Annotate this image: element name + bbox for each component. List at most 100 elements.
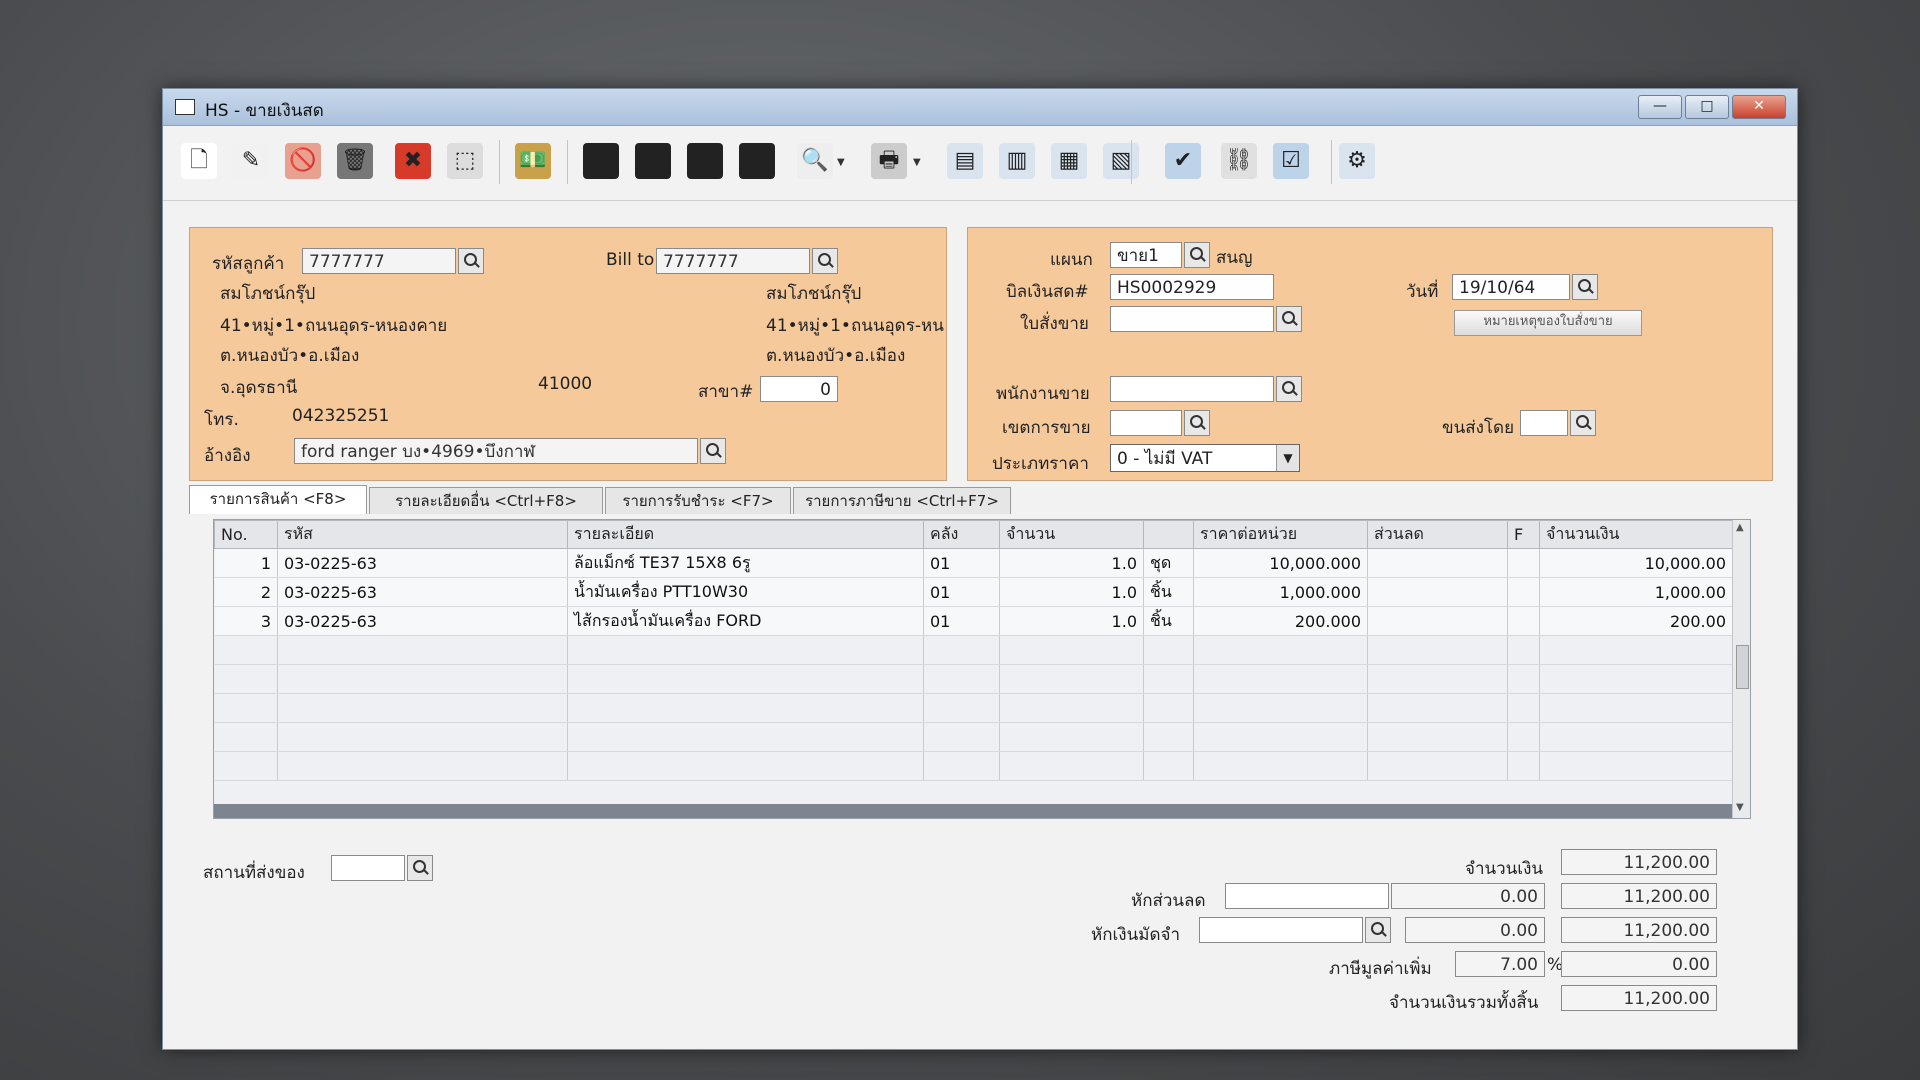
empty-cell[interactable] [1193,693,1368,723]
last-record-icon[interactable]: ⏭ [739,143,775,179]
empty-row[interactable] [214,693,1733,723]
empty-cell[interactable] [1193,635,1368,665]
empty-cell[interactable] [999,635,1144,665]
tab-items[interactable]: รายการสินค้า <F8> [189,485,367,514]
ok-icon[interactable]: ☑ [1273,143,1309,179]
row-unit-price[interactable]: 200.000 [1193,606,1368,636]
row-flag[interactable] [1507,606,1540,636]
document-3-icon[interactable]: ▦ [1051,143,1087,179]
empty-cell[interactable] [1539,722,1733,752]
row-flag[interactable] [1507,548,1540,578]
empty-cell[interactable] [277,635,568,665]
ship-to-search-icon[interactable] [407,855,433,881]
row-amount[interactable]: 1,000.00 [1539,577,1733,607]
department-input[interactable]: ขาย1 [1110,242,1182,268]
row-code[interactable]: 03-0225-63 [277,577,568,607]
empty-cell[interactable] [1143,722,1194,752]
document-1-icon[interactable]: ▤ [947,143,983,179]
col-no[interactable]: No. [214,520,278,549]
edit-icon[interactable]: ✎ [233,143,269,179]
reference-search-icon[interactable] [700,438,726,464]
empty-cell[interactable] [923,693,1000,723]
col-quantity[interactable]: จำนวน [999,520,1144,549]
scroll-thumb[interactable] [1736,645,1749,689]
empty-cell[interactable] [1539,635,1733,665]
empty-cell[interactable] [1367,635,1508,665]
row-unit[interactable]: ชิ้น [1143,577,1194,607]
title-bar[interactable]: HS - ขายเงินสด — □ ✕ [163,89,1797,126]
row-no[interactable]: 1 [214,548,278,578]
empty-cell[interactable] [567,722,924,752]
empty-cell[interactable] [277,664,568,694]
table-row[interactable]: 3 03-0225-63 ไส้กรองน้ำมันเครื่อง FORD 01 1.… [214,606,1733,636]
empty-cell[interactable] [214,693,278,723]
void-icon[interactable]: 🚫 [285,143,321,179]
empty-cell[interactable] [214,635,278,665]
scroll-up-icon[interactable]: ▲ [1736,522,1744,533]
money-icon[interactable]: 💵 [515,143,551,179]
empty-cell[interactable] [1507,664,1540,694]
sales-order-search-icon[interactable] [1276,306,1302,332]
col-unit-price[interactable]: ราคาต่อหน่วย [1193,520,1368,549]
tab-other-details[interactable]: รายละเอียดอื่น <Ctrl+F8> [369,487,603,514]
sales-area-search-icon[interactable] [1184,410,1210,436]
empty-cell[interactable] [1507,635,1540,665]
empty-cell[interactable] [1367,664,1508,694]
empty-cell[interactable] [1507,693,1540,723]
select-icon[interactable]: ⬚ [447,143,483,179]
empty-cell[interactable] [923,664,1000,694]
link-icon[interactable]: ⛓ [1221,143,1257,179]
empty-cell[interactable] [1193,751,1368,781]
row-amount[interactable]: 200.00 [1539,606,1733,636]
document-2-icon[interactable]: ▥ [999,143,1035,179]
empty-cell[interactable] [999,751,1144,781]
customer-search-icon[interactable] [458,248,484,274]
empty-row[interactable] [214,722,1733,752]
row-flag[interactable] [1507,577,1540,607]
empty-cell[interactable] [567,664,924,694]
empty-cell[interactable] [277,722,568,752]
empty-cell[interactable] [567,635,924,665]
dropdown-arrow-icon[interactable]: ▼ [837,157,845,168]
empty-cell[interactable] [923,635,1000,665]
empty-cell[interactable] [1507,751,1540,781]
maximize-button[interactable]: □ [1685,95,1729,119]
vat-rate-input[interactable]: 7.00 [1455,951,1545,977]
row-discount[interactable] [1367,577,1508,607]
date-search-icon[interactable] [1572,274,1598,300]
row-warehouse[interactable]: 01 [923,577,1000,607]
close-button[interactable]: ✕ [1732,95,1786,119]
customer-code-input[interactable]: 7777777 [302,248,456,274]
empty-cell[interactable] [999,664,1144,694]
table-row[interactable]: 2 03-0225-63 น้ำมันเครื่อง PTT10W30 01 1.0 ชิ… [214,577,1733,607]
row-description[interactable]: ไส้กรองน้ำมันเครื่อง FORD [567,606,924,636]
vertical-scrollbar[interactable]: ▲ ▼ [1732,520,1750,818]
empty-cell[interactable] [567,751,924,781]
dropdown-arrow-icon[interactable]: ▼ [913,157,921,168]
empty-cell[interactable] [1539,693,1733,723]
tab-sales-tax[interactable]: รายการภาษีขาย <Ctrl+F7> [793,487,1011,514]
approve-icon[interactable]: ✔ [1165,143,1201,179]
empty-cell[interactable] [1367,751,1508,781]
sales-order-input[interactable] [1110,306,1274,332]
empty-row[interactable] [214,635,1733,665]
col-flag[interactable]: F [1507,520,1540,549]
col-discount[interactable]: ส่วนลด [1367,520,1508,549]
next-record-icon[interactable]: ➡ [687,143,723,179]
empty-cell[interactable] [214,722,278,752]
empty-cell[interactable] [1143,751,1194,781]
order-note-button[interactable]: หมายเหตุของใบสั่งขาย [1454,310,1642,336]
date-input[interactable]: 19/10/64 [1452,274,1570,300]
row-amount[interactable]: 10,000.00 [1539,548,1733,578]
row-unit[interactable]: ชุด [1143,548,1194,578]
col-warehouse[interactable]: คลัง [923,520,1000,549]
row-description[interactable]: น้ำมันเครื่อง PTT10W30 [567,577,924,607]
empty-cell[interactable] [567,693,924,723]
horizontal-scrollbar[interactable] [214,804,1732,818]
prev-record-icon[interactable]: ⬅ [635,143,671,179]
price-type-select[interactable]: 0 - ไม่มี VAT ▼ [1110,444,1300,472]
new-document-icon[interactable]: 🗋 [181,143,217,179]
col-description[interactable]: รายละเอียด [567,520,924,549]
row-warehouse[interactable]: 01 [923,548,1000,578]
row-code[interactable]: 03-0225-63 [277,606,568,636]
